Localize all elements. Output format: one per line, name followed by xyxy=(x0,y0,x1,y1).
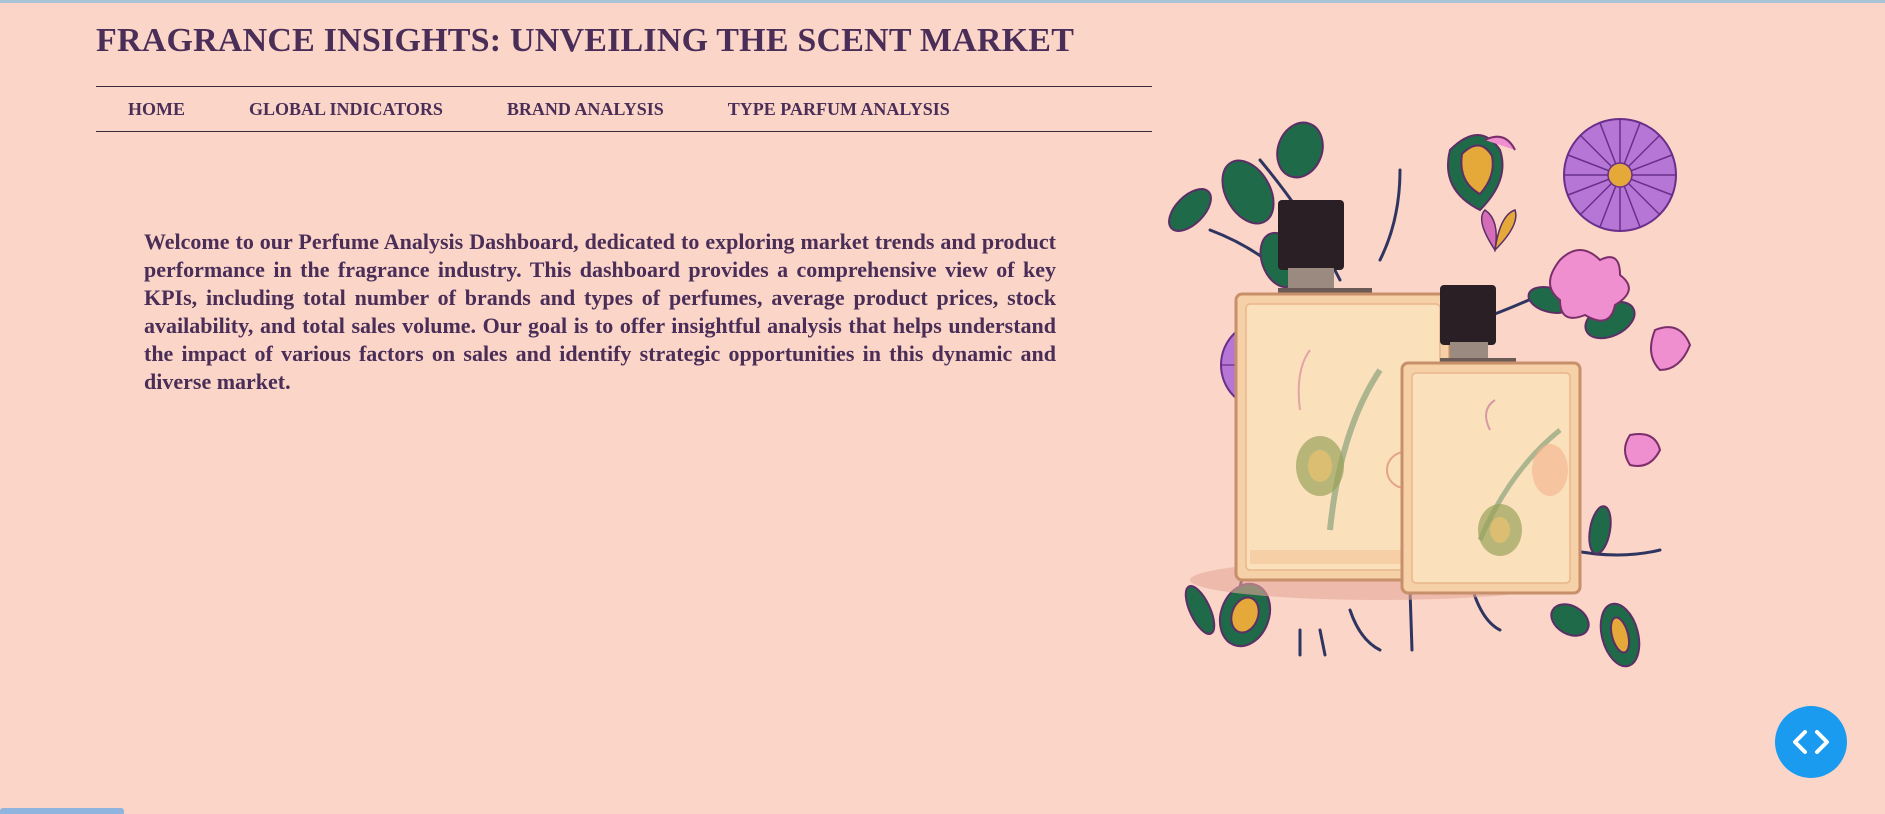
page: FRAGRANCE INSIGHTS: UNVEILING THE SCENT … xyxy=(0,0,1885,814)
bottom-tab-indicator[interactable] xyxy=(0,808,124,814)
perfume-bottles-illustration xyxy=(1168,118,1692,668)
intro-paragraph: Welcome to our Perfume Analysis Dashboar… xyxy=(144,229,1056,394)
nav-item-home[interactable]: HOME xyxy=(128,99,185,120)
nav-item-type-parfum-analysis[interactable]: TYPE PARFUM ANALYSIS xyxy=(728,99,950,120)
nav-item-global-indicators[interactable]: GLOBAL INDICATORS xyxy=(249,99,443,120)
nav-item-brand-analysis[interactable]: BRAND ANALYSIS xyxy=(507,99,664,120)
daisy-top-right xyxy=(1563,118,1677,232)
code-toggle-button[interactable] xyxy=(1775,706,1847,778)
page-title: FRAGRANCE INSIGHTS: UNVEILING THE SCENT … xyxy=(96,22,1075,59)
code-brackets-icon xyxy=(1793,730,1829,754)
butterfly xyxy=(1480,209,1517,253)
main-nav: HOME GLOBAL INDICATORS BRAND ANALYSIS TY… xyxy=(96,86,1152,132)
top-border xyxy=(0,0,1885,3)
